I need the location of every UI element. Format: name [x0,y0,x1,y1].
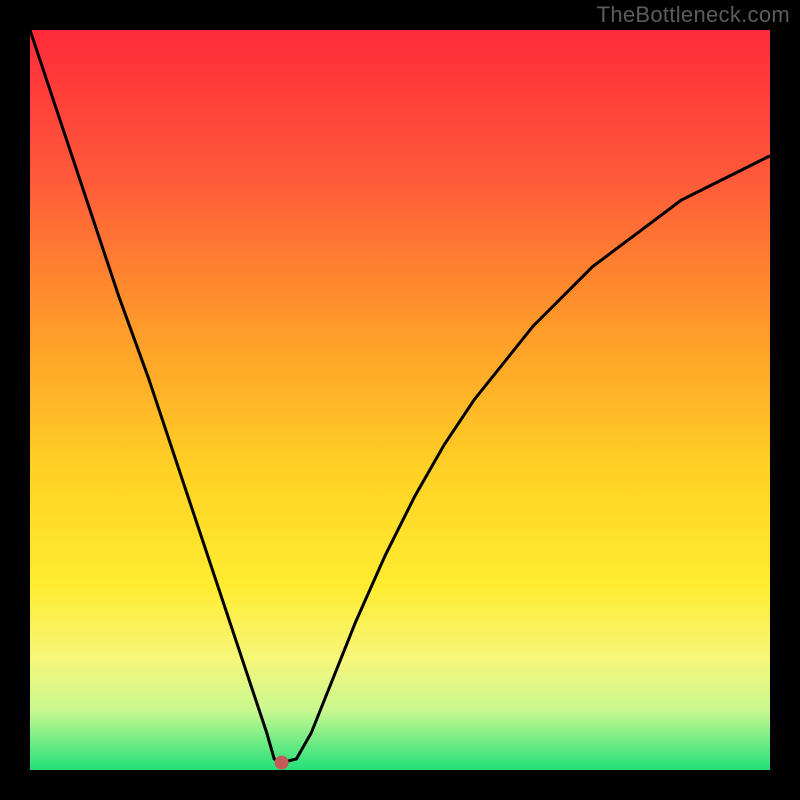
optimal-point-marker [275,756,289,770]
chart-frame: TheBottleneck.com [0,0,800,800]
gradient-background [30,30,770,770]
plot-area [30,30,770,770]
chart-svg [30,30,770,770]
watermark-text: TheBottleneck.com [597,2,790,28]
